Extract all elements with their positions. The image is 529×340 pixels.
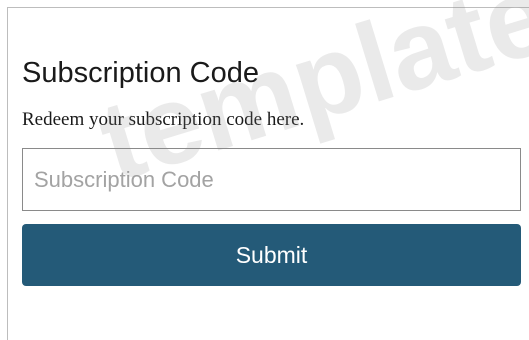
submit-button[interactable]: Submit xyxy=(22,224,521,286)
subscription-code-input[interactable] xyxy=(22,148,521,211)
redeem-description: Redeem your subscription code here. xyxy=(22,109,305,130)
page-title: Subscription Code xyxy=(22,57,259,89)
